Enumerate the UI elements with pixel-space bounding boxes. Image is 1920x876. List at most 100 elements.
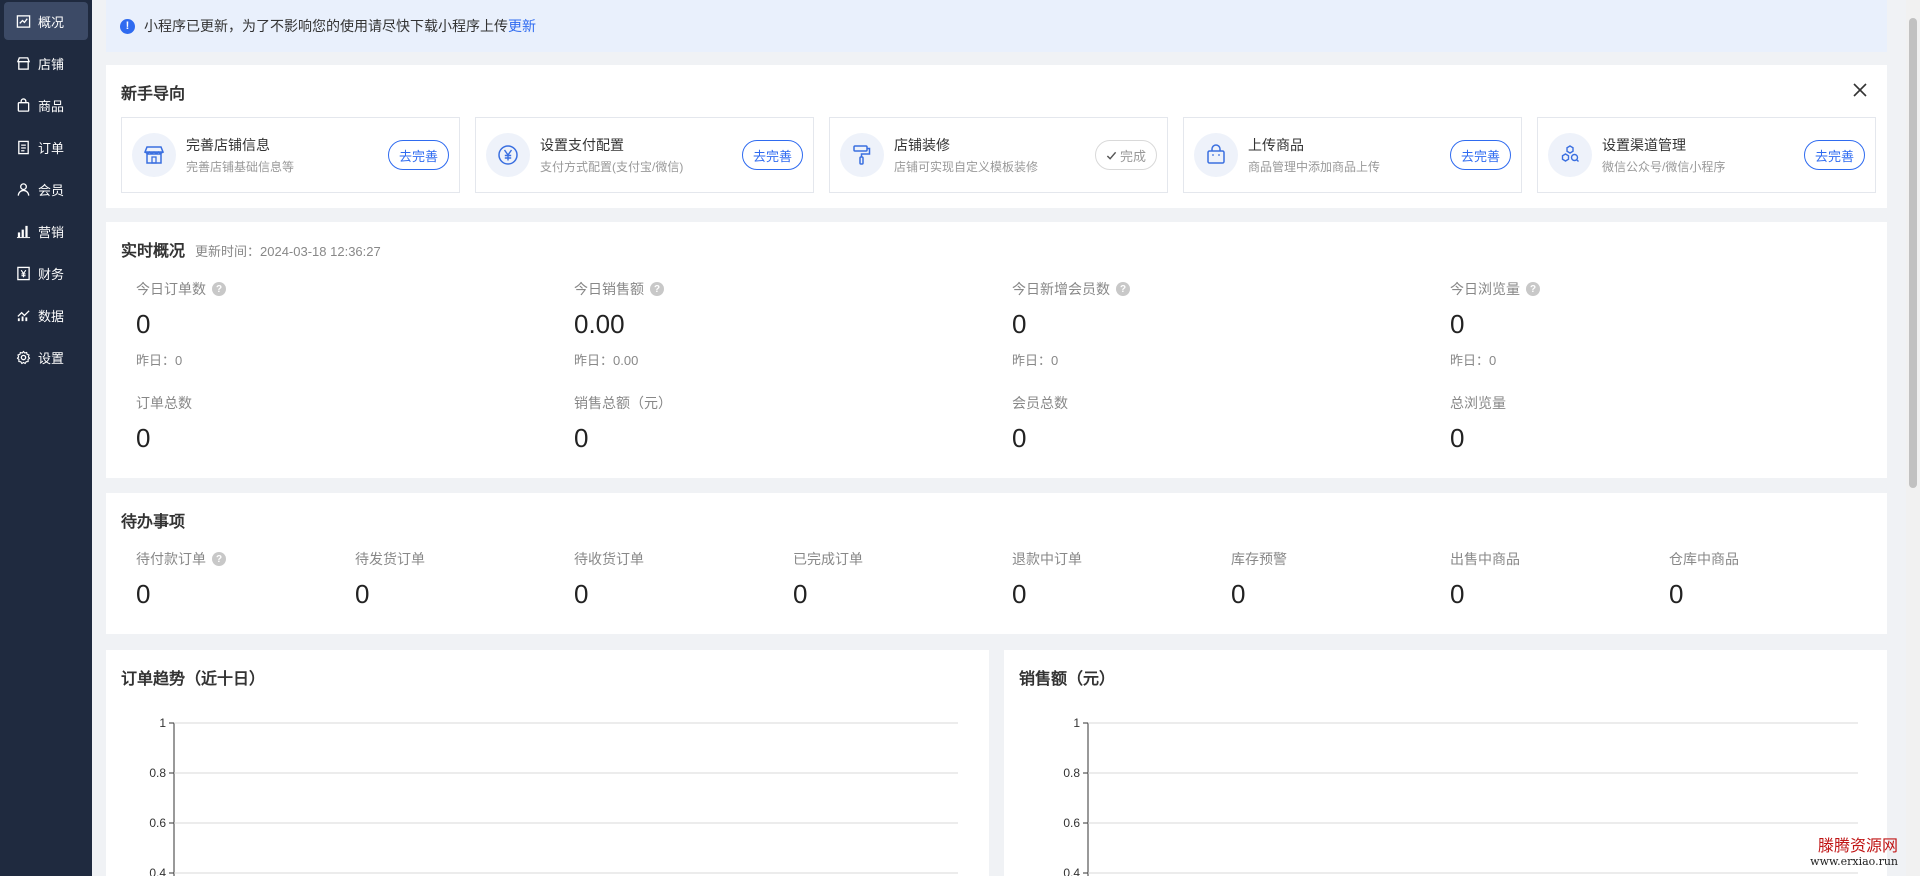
scrollbar-thumb[interactable] [1909, 18, 1917, 488]
bar-chart-icon [16, 225, 31, 238]
sidebar-item-label: 商品 [38, 98, 65, 114]
realtime-title-text: 实时概况 [121, 243, 186, 260]
stat-label: 订单总数 [136, 395, 192, 411]
complete-store-info-button[interactable]: 去完善 [387, 140, 449, 170]
info-icon: ! [120, 18, 135, 34]
todo-item-stock-warning[interactable]: 库存预警 0 [1231, 549, 1287, 610]
sidebar-item-overview[interactable]: 概况 [4, 2, 88, 40]
hexagon-channels-icon [1548, 133, 1592, 177]
y-tick-label: 0.8 [149, 766, 166, 780]
stat-value: 0 [1669, 579, 1684, 609]
guide-steps: 完善店铺信息 完善店铺基础信息等 去完善 设置支付配置 支付方式配置(支付宝/微… [121, 117, 1876, 193]
stat-value: 0.00 [574, 309, 625, 339]
stat-yesterday: 昨日：0.00 [574, 353, 639, 368]
sidebar-item-orders[interactable]: 订单 [4, 128, 88, 166]
sidebar-item-label: 设置 [38, 350, 65, 366]
guide-step-decoration: 店铺装修 店铺可实现自定义模板装修 完成 [829, 117, 1168, 193]
bag-icon [17, 97, 30, 112]
sidebar-item-label: 会员 [38, 182, 65, 198]
guide-step-channels: 设置渠道管理 微信公众号/微信小程序 去完善 [1537, 117, 1876, 193]
sidebar-item-marketing[interactable]: 营销 [4, 212, 88, 250]
stat-value: 0 [136, 309, 151, 339]
page-scrollbar[interactable] [1906, 0, 1920, 876]
stat-label: 出售中商品 [1450, 551, 1520, 567]
stat-label: 待收货订单 [574, 551, 644, 567]
storefront-icon [132, 133, 176, 177]
sidebar-item-data[interactable]: 数据 [4, 296, 88, 334]
help-icon[interactable]: ? [1116, 282, 1130, 296]
stat-today-sales: 今日销售额? 0.00 昨日：0.00 [574, 279, 664, 369]
sidebar-item-label: 财务 [38, 266, 65, 282]
todo-item-pending-payment[interactable]: 待付款订单? 0 [136, 549, 226, 610]
watermark: 滕腾资源网 www.erxiao.run [1810, 838, 1898, 868]
check-icon [1106, 151, 1117, 160]
store-icon [16, 56, 31, 70]
close-icon[interactable] [1851, 81, 1869, 99]
stat-value: 0 [355, 579, 370, 609]
sidebar-item-settings[interactable]: 设置 [4, 338, 88, 376]
stat-label: 销售总额（元） [574, 395, 672, 411]
todo-item-on-sale[interactable]: 出售中商品 0 [1450, 549, 1520, 610]
stat-label: 会员总数 [1012, 395, 1068, 411]
todo-item-refunding[interactable]: 退款中订单 0 [1012, 549, 1082, 610]
stat-total-sales: 销售总额（元） 0 [574, 393, 672, 454]
update-time: 更新时间：2024-03-18 12:36:27 [195, 244, 381, 259]
done-label: 完成 [1119, 148, 1146, 164]
stat-value: 0 [136, 423, 151, 453]
order-trend-card: 订单趋势（近十日） 1 0.8 0.6 0.4 [106, 650, 989, 876]
stat-total-members: 会员总数 0 [1012, 393, 1068, 454]
notice-text: 小程序已更新，为了不影响您的使用请尽快下载小程序上传 [144, 18, 508, 34]
stat-value: 0 [574, 579, 589, 609]
stat-label: 今日销售额 [574, 281, 644, 297]
complete-upload-products-button[interactable]: 去完善 [1449, 140, 1511, 170]
order-trend-chart: 1 0.8 0.6 0.4 [149, 716, 958, 876]
stat-label: 今日浏览量 [1450, 281, 1520, 297]
sidebar-item-finance[interactable]: 财务 [4, 254, 88, 292]
data-chart-icon [17, 309, 30, 321]
y-tick-label: 0.8 [1063, 766, 1080, 780]
help-icon[interactable]: ? [1526, 282, 1540, 296]
help-icon[interactable]: ? [212, 552, 226, 566]
realtime-title: 实时概况 更新时间：2024-03-18 12:36:27 [121, 237, 381, 261]
guide-step-store-info: 完善店铺信息 完善店铺基础信息等 去完善 [121, 117, 460, 193]
y-tick-label: 0.4 [1063, 866, 1080, 876]
todo-item-in-warehouse[interactable]: 仓库中商品 0 [1669, 549, 1739, 610]
stat-value: 0 [1450, 579, 1465, 609]
todo-item-pending-receipt[interactable]: 待收货订单 0 [574, 549, 644, 610]
complete-payment-button[interactable]: 去完善 [741, 140, 803, 170]
stat-value: 0 [1012, 309, 1027, 339]
sidebar-item-store[interactable]: 店铺 [4, 44, 88, 82]
help-icon[interactable]: ? [650, 282, 664, 296]
sidebar-item-members[interactable]: 会员 [4, 170, 88, 208]
stat-label: 待付款订单 [136, 551, 206, 567]
stat-value: 0 [1450, 423, 1465, 453]
paint-roller-icon [840, 133, 884, 177]
stat-value: 0 [1012, 423, 1027, 453]
stat-value: 0 [1450, 309, 1465, 339]
stat-yesterday: 昨日：0 [1012, 353, 1059, 368]
help-icon[interactable]: ? [212, 282, 226, 296]
beginner-guide-card: 新手导向 完善店铺信息 完善店铺基础信息等 去完善 设置支付配置 支付方式配置(… [106, 65, 1887, 208]
sidebar-item-label: 订单 [38, 140, 65, 156]
document-icon [18, 140, 29, 154]
todo-item-completed[interactable]: 已完成订单 0 [793, 549, 863, 610]
sales-chart-card: 销售额（元） 1 0.8 0.6 0.4 [1004, 650, 1887, 876]
stat-value: 0 [136, 579, 151, 609]
guide-step-upload-products: 上传商品 商品管理中添加商品上传 去完善 [1183, 117, 1522, 193]
todo-item-pending-shipment[interactable]: 待发货订单 0 [355, 549, 425, 610]
stat-label: 今日订单数 [136, 281, 206, 297]
todo-card: 待办事项 待付款订单? 0 待发货订单 0 待收货订单 0 已完成订单 0 退款… [106, 493, 1887, 634]
sidebar-item-products[interactable]: 商品 [4, 86, 88, 124]
stat-label: 仓库中商品 [1669, 551, 1739, 567]
todo-title: 待办事项 [121, 514, 186, 531]
complete-channels-button[interactable]: 去完善 [1803, 140, 1865, 170]
stat-total-views: 总浏览量 0 [1450, 393, 1506, 454]
guide-step-payment: 设置支付配置 支付方式配置(支付宝/微信) 去完善 [475, 117, 814, 193]
stat-label: 退款中订单 [1012, 551, 1082, 567]
update-link[interactable]: 更新 [508, 16, 536, 36]
stat-label: 待发货订单 [355, 551, 425, 567]
sidebar-item-label: 营销 [38, 224, 65, 240]
stat-value: 0 [1231, 579, 1246, 609]
chart-line-icon [16, 14, 31, 28]
stat-today-orders: 今日订单数? 0 昨日：0 [136, 279, 226, 369]
